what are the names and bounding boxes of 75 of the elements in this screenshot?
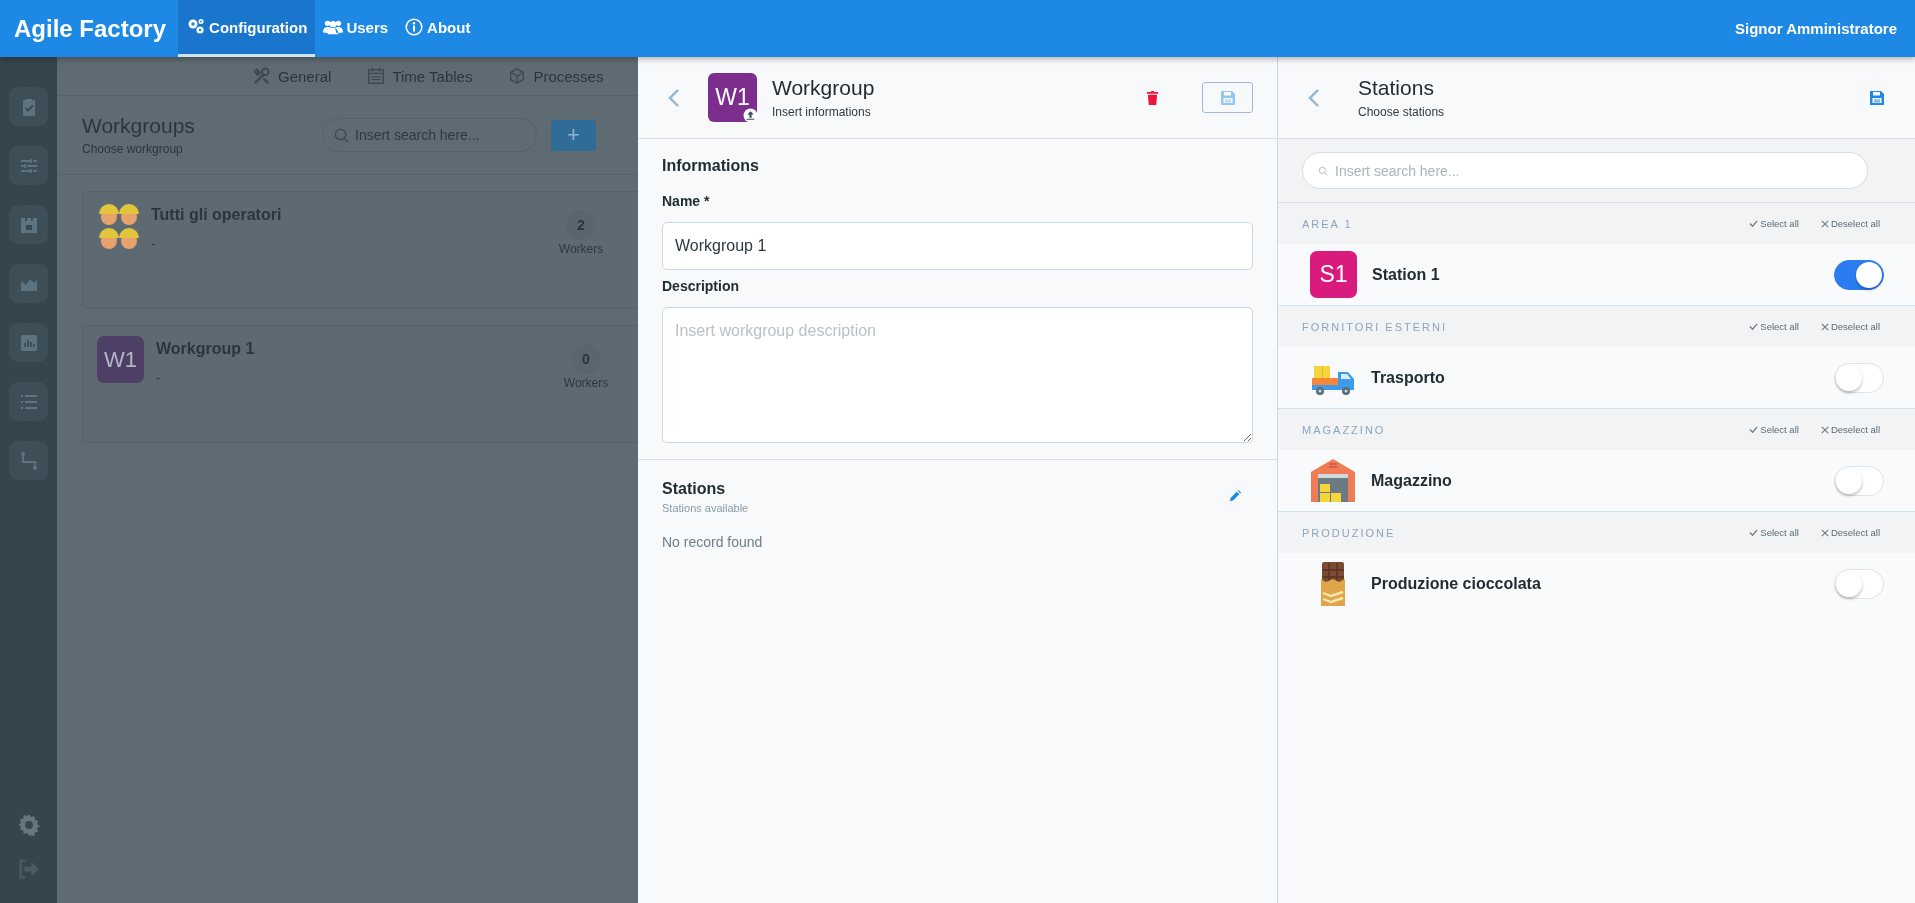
save-button[interactable] [1202,82,1253,113]
gears-icon [186,18,207,36]
delete-icon[interactable] [1146,90,1159,105]
select-all-button[interactable]: Select all [1749,527,1799,538]
cube-icon [508,67,527,85]
close-icon [1820,322,1829,331]
info-icon [404,18,425,36]
group-name: PRODUZIONE [1302,526,1396,539]
back-chevron-icon[interactable] [668,87,680,108]
group-name: MAGAZZINO [1302,423,1386,436]
name-input[interactable]: Workgroup 1 [662,222,1253,270]
station-name: Produzione cioccolata [1371,574,1541,593]
select-all-button[interactable]: Select all [1749,321,1799,332]
search-icon [334,128,349,143]
workgroup-description: - [156,370,162,385]
check-icon [1749,425,1759,434]
sidebar-button[interactable] [9,146,48,185]
panel-title: Workgroup [772,76,876,100]
check-icon [1749,322,1759,331]
empty-message: No record found [662,534,764,550]
page-title: Workgroups [82,114,196,138]
station-name: Magazzino [1371,471,1452,490]
station-name: Trasporto [1371,368,1445,387]
close-icon [1820,528,1829,537]
bar-chart-icon [18,332,39,353]
panel-subtitle: Insert informations [772,105,872,119]
app-title: Agile Factory [13,14,168,43]
search-icon [1318,166,1328,176]
edit-pencil-icon[interactable] [1229,490,1241,502]
sidebar-button[interactable] [9,382,48,421]
sidebar-button[interactable] [9,87,48,126]
deselect-all-button[interactable]: Deselect all [1820,218,1880,229]
deselect-all-button[interactable]: Deselect all [1820,321,1880,332]
nav-tab[interactable]: Users [315,0,397,57]
field-label: Description [662,278,740,294]
group-name: FORNITORI ESTERNI [1302,320,1448,333]
nav-tab[interactable]: About [396,0,479,57]
check-icon [1749,219,1759,228]
section-subtitle: Stations available [662,502,750,514]
station-avatar: S1 [1310,251,1357,298]
users-icon [323,18,344,36]
toggle-switch[interactable] [1834,259,1884,290]
sidebar-button[interactable] [9,264,48,303]
description-textarea[interactable]: Insert workgroup description [662,307,1253,443]
workgroup-avatar[interactable]: W1 [708,73,757,122]
select-all-button[interactable]: Select all [1749,218,1799,229]
section-title: Informations [662,157,760,175]
field-label: Name * [662,193,711,209]
check-icon [1749,528,1759,537]
close-icon [1820,425,1829,434]
upload-icon[interactable] [743,108,758,123]
flow-icon [18,450,39,471]
deselect-all-button[interactable]: Deselect all [1820,527,1880,538]
panel-subtitle: Choose stations [1358,105,1446,119]
group-name: AREA 1 [1302,217,1353,230]
station-name: Station 1 [1372,265,1440,284]
close-icon [1820,219,1829,228]
panel-title: Stations [1358,76,1435,100]
select-all-button[interactable]: Select all [1749,424,1799,435]
workers-helmet-icon [99,202,139,250]
user-name[interactable]: Signor Amministratore [1735,20,1915,37]
sidebar-button[interactable] [9,205,48,244]
sidebar-button[interactable] [9,441,48,480]
calendar-icon [367,67,386,85]
save-icon[interactable] [1869,89,1885,106]
section-title: Stations [662,480,727,498]
tools-icon [252,66,271,86]
sidebar-button[interactable] [9,323,48,362]
deselect-all-button[interactable]: Deselect all [1820,424,1880,435]
warehouse-icon [1310,457,1356,504]
nav-tab[interactable]: Configuration [178,0,316,57]
back-chevron-icon[interactable] [1308,87,1320,108]
settings-icon[interactable] [16,813,41,837]
initials-avatar: W1 [97,336,144,383]
workgroup-description: - [151,236,157,251]
